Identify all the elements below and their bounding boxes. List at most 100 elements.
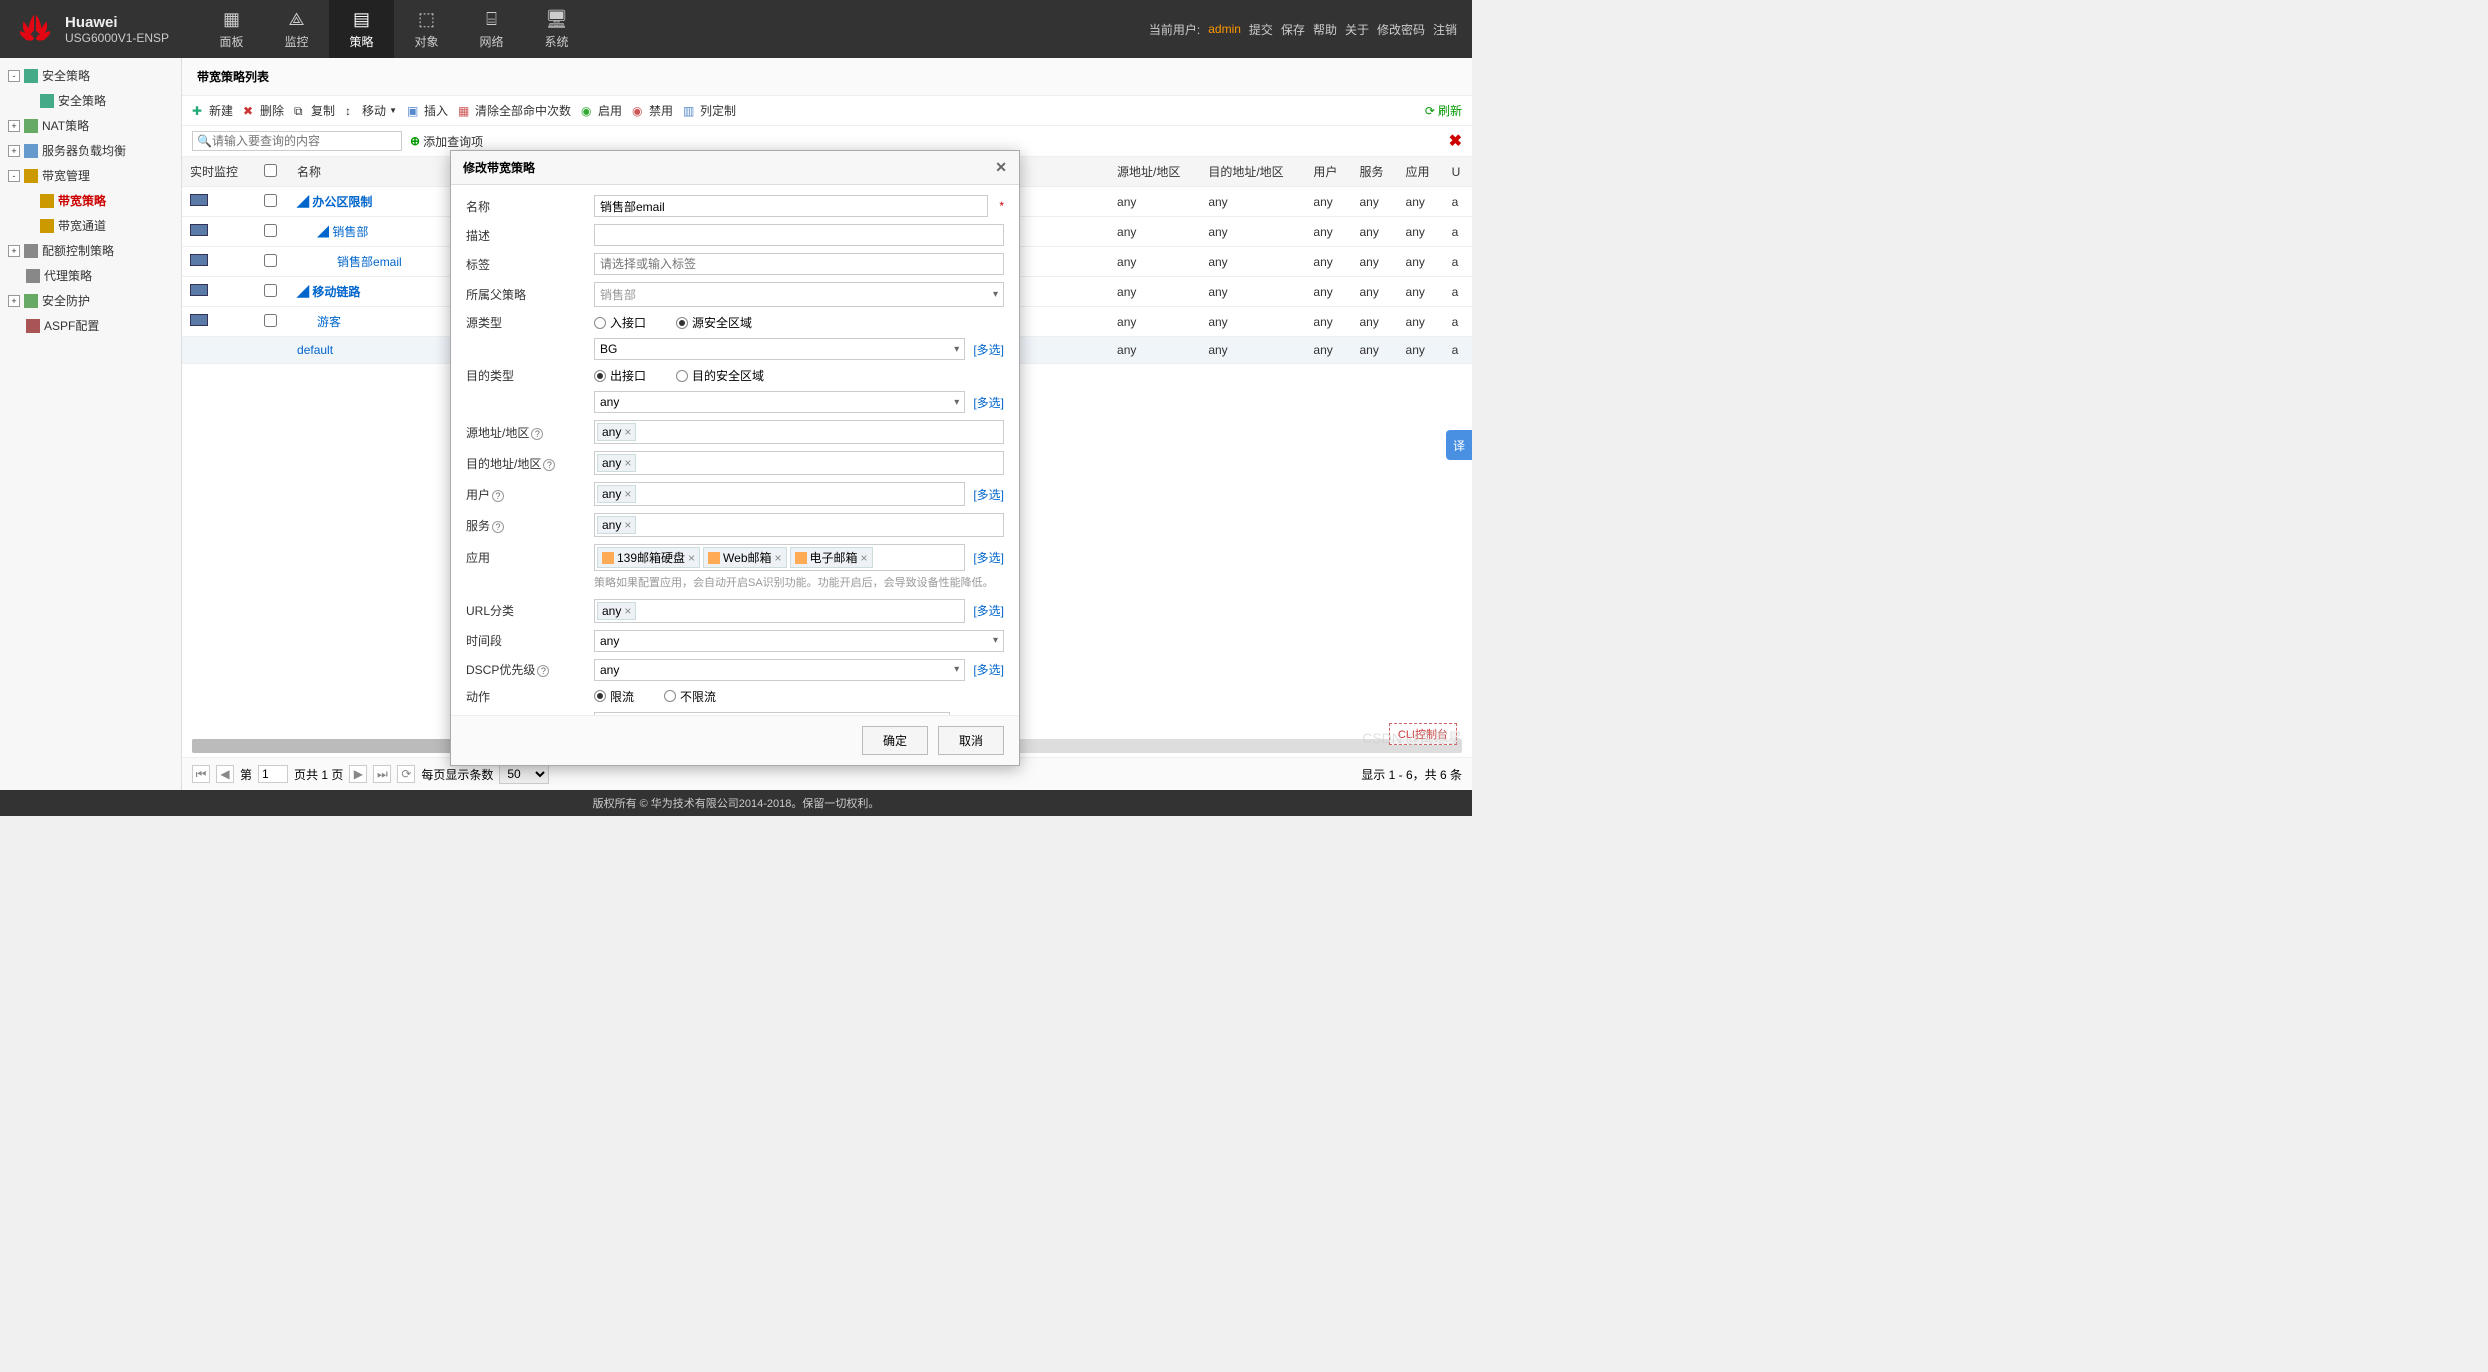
tag-remove-icon[interactable]: × [624, 456, 631, 470]
tag-remove-icon[interactable]: × [861, 551, 868, 565]
tag-remove-icon[interactable]: × [624, 604, 631, 618]
radio-nolimit[interactable]: 不限流 [664, 688, 716, 705]
tag-remove-icon[interactable]: × [688, 551, 695, 565]
radio-out-interface[interactable]: 出接口 [594, 367, 646, 384]
searchbox[interactable]: 🔍 [192, 131, 402, 151]
clear-search-icon[interactable]: ✖ [1449, 131, 1462, 151]
tag-remove-icon[interactable]: × [624, 487, 631, 501]
tree-toggle-icon[interactable]: + [8, 145, 20, 157]
tagbox-url[interactable]: any× [594, 599, 965, 623]
tab-policy[interactable]: ▤策略 [329, 0, 394, 58]
monitor-icon[interactable] [190, 254, 208, 266]
sidebar-item[interactable]: +安全防护 [0, 288, 181, 313]
btn-delete[interactable]: ✖删除 [243, 102, 284, 119]
translate-button[interactable]: 译 [1446, 430, 1472, 460]
scrollbar-thumb[interactable] [192, 739, 452, 753]
link-help[interactable]: 帮助 [1313, 21, 1337, 38]
monitor-icon[interactable] [190, 194, 208, 206]
cli-console-button[interactable]: CLI控制台 [1389, 723, 1457, 745]
radio-dst-zone[interactable]: 目的安全区域 [676, 367, 764, 384]
pager-perpage-select[interactable]: 50 [499, 764, 549, 784]
link-more-user[interactable]: [多选] [973, 486, 1004, 503]
sidebar-item[interactable]: +NAT策略 [0, 113, 181, 138]
pager-prev[interactable]: ◀ [216, 765, 234, 783]
close-icon[interactable]: ✕ [995, 159, 1007, 176]
tab-object[interactable]: ⬚对象 [394, 0, 459, 58]
btn-copy[interactable]: ⧉复制 [294, 102, 335, 119]
link-save[interactable]: 保存 [1281, 21, 1305, 38]
select-src-zone[interactable]: BG▾ [594, 338, 965, 360]
tagbox-service[interactable]: any× [594, 513, 1004, 537]
link-about[interactable]: 关于 [1345, 21, 1369, 38]
pager-next[interactable]: ▶ [349, 765, 367, 783]
tag-remove-icon[interactable]: × [624, 425, 631, 439]
col-header[interactable]: 源地址/地区 [1109, 157, 1200, 187]
col-header[interactable]: 实时监控 [182, 157, 256, 187]
btn-disable[interactable]: ◉禁用 [632, 102, 673, 119]
sidebar-item[interactable]: 代理策略 [0, 263, 181, 288]
pager-first[interactable]: ⏮ [192, 765, 210, 783]
row-checkbox[interactable] [264, 254, 277, 267]
expand-icon[interactable]: ◢ [297, 285, 309, 299]
tagbox-user[interactable]: any× [594, 482, 965, 506]
link-more-src[interactable]: [多选] [973, 341, 1004, 358]
row-checkbox[interactable] [264, 284, 277, 297]
link-logout[interactable]: 注销 [1433, 21, 1457, 38]
tree-toggle-icon[interactable]: - [8, 70, 20, 82]
select-dscp[interactable]: any▾ [594, 659, 965, 681]
radio-limit[interactable]: 限流 [594, 688, 634, 705]
input-tags[interactable] [594, 253, 1004, 275]
select-dst[interactable]: any▾ [594, 391, 965, 413]
help-icon[interactable]: ? [537, 665, 549, 677]
monitor-icon[interactable] [190, 224, 208, 236]
tree-toggle-icon[interactable]: + [8, 295, 20, 307]
link-more-dscp[interactable]: [多选] [973, 661, 1004, 678]
link-more-dst[interactable]: [多选] [973, 394, 1004, 411]
expand-icon[interactable]: ◢ [317, 225, 329, 239]
input-name[interactable] [594, 195, 988, 217]
sidebar-item[interactable]: 带宽通道 [0, 213, 181, 238]
link-more-url[interactable]: [多选] [973, 602, 1004, 619]
btn-insert[interactable]: ▣插入 [407, 102, 448, 119]
btn-refresh[interactable]: ⟳刷新 [1425, 102, 1462, 119]
col-header[interactable]: U [1444, 157, 1472, 187]
input-desc[interactable] [594, 224, 1004, 246]
col-header[interactable]: 应用 [1398, 157, 1444, 187]
monitor-icon[interactable] [190, 314, 208, 326]
expand-icon[interactable]: ◢ [297, 195, 309, 209]
sidebar-item[interactable]: -安全策略 [0, 63, 181, 88]
select-all-checkbox[interactable] [264, 164, 277, 177]
tab-monitor[interactable]: ⟁监控 [264, 0, 329, 58]
pager-page-input[interactable] [258, 765, 288, 783]
tag-remove-icon[interactable]: × [624, 518, 631, 532]
add-query-btn[interactable]: ⊕添加查询项 [410, 133, 483, 150]
tagbox-dstaddr[interactable]: any× [594, 451, 1004, 475]
tree-toggle-icon[interactable]: + [8, 245, 20, 257]
ok-button[interactable]: 确定 [862, 726, 928, 755]
row-checkbox[interactable] [264, 194, 277, 207]
sidebar-item[interactable]: ASPF配置 [0, 313, 181, 338]
select-time[interactable]: any▾ [594, 630, 1004, 652]
radio-src-zone[interactable]: 源安全区域 [676, 314, 752, 331]
col-header[interactable]: 用户 [1305, 157, 1351, 187]
tree-toggle-icon[interactable]: + [8, 120, 20, 132]
col-header[interactable]: 服务 [1351, 157, 1397, 187]
row-checkbox[interactable] [264, 224, 277, 237]
btn-move[interactable]: ↕移动▼ [345, 102, 397, 119]
tagbox-app[interactable]: 139邮箱硬盘×Web邮箱×电子邮箱× [594, 544, 965, 571]
help-icon[interactable]: ? [543, 459, 555, 471]
sidebar-item[interactable]: -带宽管理 [0, 163, 181, 188]
link-more-app[interactable]: [多选] [973, 549, 1004, 566]
tag-remove-icon[interactable]: × [775, 551, 782, 565]
tab-network[interactable]: ⌸网络 [459, 0, 524, 58]
dialog-titlebar[interactable]: 修改带宽策略 ✕ [451, 151, 1019, 185]
btn-clearhits[interactable]: ▦清除全部命中次数 [458, 102, 571, 119]
col-header[interactable] [256, 157, 289, 187]
sidebar-item[interactable]: 安全策略 [0, 88, 181, 113]
help-icon[interactable]: ? [492, 490, 504, 502]
pager-last[interactable]: ⏭ [373, 765, 391, 783]
link-submit[interactable]: 提交 [1249, 21, 1273, 38]
col-header[interactable]: 目的地址/地区 [1200, 157, 1305, 187]
search-input[interactable] [212, 134, 397, 148]
tagbox-srcaddr[interactable]: any× [594, 420, 1004, 444]
